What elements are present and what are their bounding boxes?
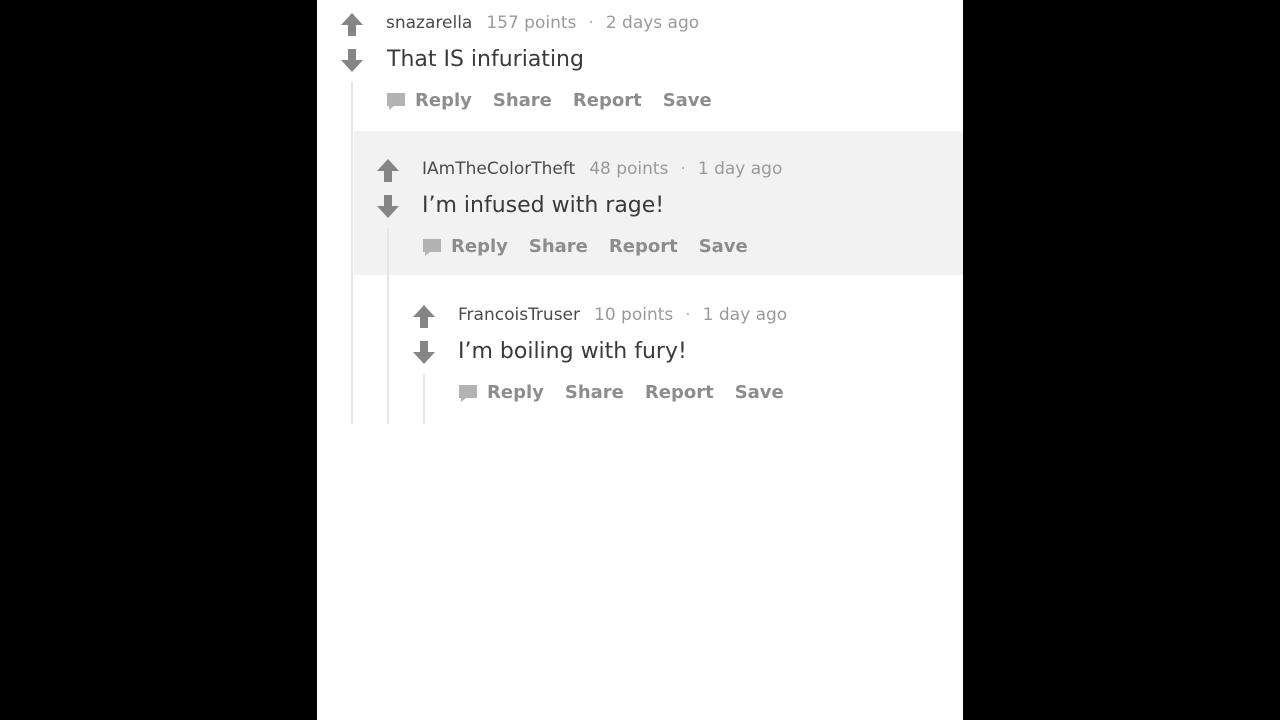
points-count: 10 points: [594, 305, 674, 325]
downvote-button[interactable]: [412, 341, 436, 365]
reply-action[interactable]: Reply: [458, 381, 544, 405]
comment-francoistruser: FrancoisTruser 10 points · 1 day ago I’m bo…: [317, 0, 963, 424]
comment-actions: Reply Share Report Save: [458, 381, 805, 405]
username-link[interactable]: FrancoisTruser: [458, 305, 580, 325]
save-button[interactable]: Save: [735, 381, 784, 405]
comment-bubble-icon: [459, 385, 477, 402]
timestamp[interactable]: 1 day ago: [703, 305, 788, 325]
upvote-button[interactable]: [412, 304, 436, 328]
meta-separator: ·: [685, 305, 691, 325]
downvote-arrow-icon: [413, 341, 435, 364]
reply-label: Reply: [487, 382, 544, 403]
comment-meta: FrancoisTruser 10 points · 1 day ago: [458, 304, 787, 326]
upvote-arrow-icon: [413, 305, 435, 328]
share-button[interactable]: Share: [565, 381, 624, 405]
report-button[interactable]: Report: [645, 381, 714, 405]
comment-thread-panel: snazarella 157 points · 2 days ago That IS …: [317, 0, 963, 720]
comment-body: I’m boiling with fury!: [458, 339, 687, 364]
